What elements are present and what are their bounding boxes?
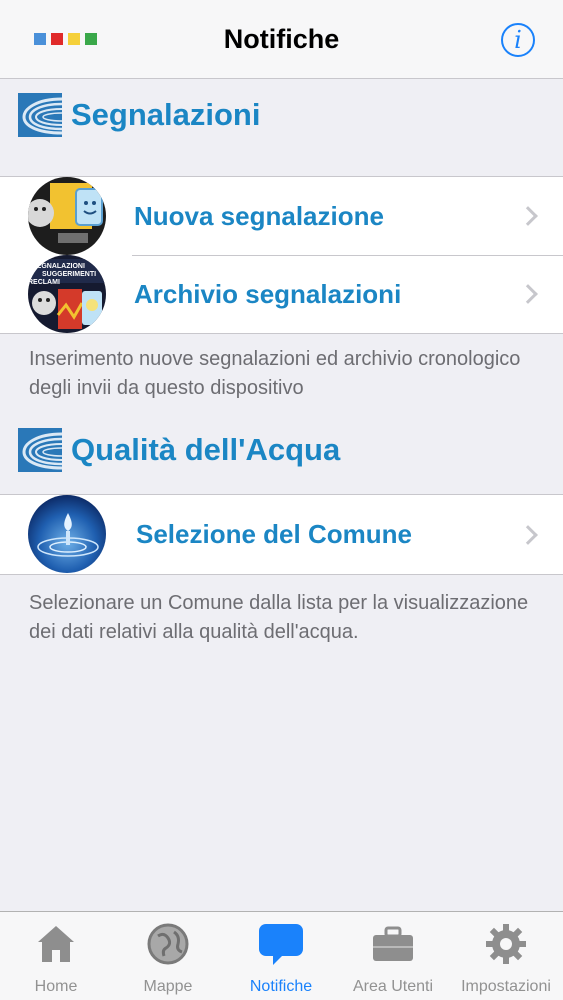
briefcase-icon [373, 926, 413, 961]
icon-text: SEGNALAZIONI [32, 263, 85, 270]
home-icon [38, 926, 74, 962]
globe-icon [147, 923, 189, 965]
info-icon[interactable]: i [501, 23, 535, 57]
list-item-selezione-comune[interactable]: Selezione del Comune [0, 495, 563, 574]
tab-notifiche[interactable]: Notifiche [225, 912, 337, 1000]
list-item-archivio-segnalazioni[interactable]: SEGNALAZIONI SUGGERIMENTI RECLAMI Archiv… [0, 255, 563, 333]
row-label: Selezione del Comune [136, 519, 412, 549]
svg-text:RECLAMI: RECLAMI [28, 279, 60, 286]
tab-label: Notifiche [249, 978, 313, 995]
segnalazioni-list: Nuova segnalazione SEGNALAZIONI SUGGERIM… [0, 176, 563, 334]
tab-mappe[interactable]: Mappe [112, 912, 224, 1000]
arpa-logo-icon [18, 93, 62, 137]
list-item-nuova-segnalazione[interactable]: Nuova segnalazione [0, 177, 563, 255]
section-footer-text: Selezionare un Comune dalla lista per la… [29, 592, 529, 643]
section-footer-text: Inserimento nuove segnalazioni ed archiv… [29, 348, 521, 399]
tab-bar: Home Mappe Notifiche Area Utenti Imposta… [0, 911, 563, 1000]
row-label: Archivio segnalazioni [134, 278, 402, 309]
page-title: Notifiche [223, 24, 340, 54]
tab-impostazioni[interactable]: Impostazioni [450, 912, 562, 1000]
report-archive-icon: SEGNALAZIONI SUGGERIMENTI RECLAMI [28, 255, 106, 333]
row-label: Nuova segnalazione [134, 200, 384, 231]
qualita-acqua-list: Selezione del Comune [0, 494, 563, 575]
tab-label: Mappe [143, 978, 193, 995]
navigation-bar: Notifiche i [0, 0, 563, 79]
section-title: Qualità dell'Acqua [71, 432, 341, 467]
section-header-segnalazioni: Segnalazioni [18, 92, 260, 138]
speech-bubble-icon [259, 924, 303, 965]
gear-icon [486, 924, 526, 964]
arpa-logo-icon [18, 428, 62, 472]
chevron-right-icon [518, 206, 538, 226]
chevron-right-icon [518, 284, 538, 304]
tab-label: Impostazioni [461, 978, 551, 995]
tab-home[interactable]: Home [0, 912, 112, 1000]
tab-label: Home [34, 978, 78, 995]
water-drop-icon [28, 495, 106, 573]
tab-area-utenti[interactable]: Area Utenti [337, 912, 449, 1000]
tab-label: Area Utenti [352, 978, 434, 995]
svg-text:SUGGERIMENTI: SUGGERIMENTI [42, 271, 96, 278]
section-title: Segnalazioni [71, 97, 261, 132]
new-report-icon [28, 177, 106, 255]
section-header-qualita-acqua: Qualità dell'Acqua [18, 427, 340, 473]
chevron-right-icon [518, 524, 538, 545]
